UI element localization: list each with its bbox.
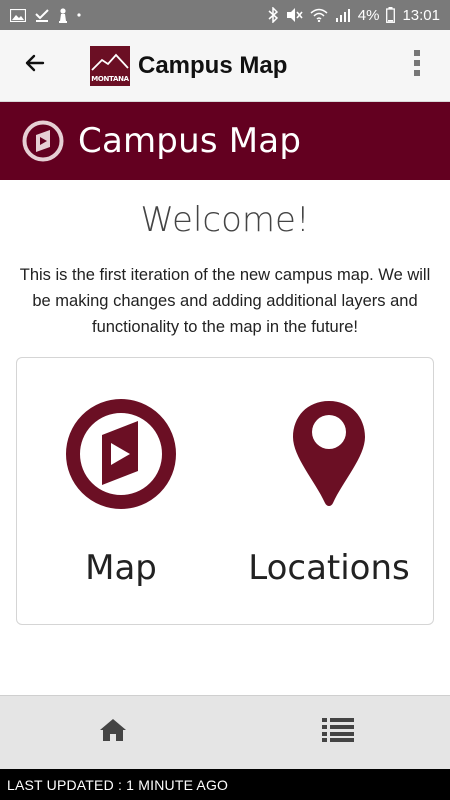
page-header-banner: Campus Map <box>0 102 450 180</box>
intro-text: This is the first iteration of the new c… <box>19 266 431 336</box>
back-button[interactable] <box>0 30 70 102</box>
location-pin-icon <box>289 398 369 510</box>
locations-tile[interactable]: Locations <box>225 358 433 624</box>
app-title: Campus Map <box>138 51 288 79</box>
battery-percentage: 4% <box>357 6 380 24</box>
clock: 13:01 <box>402 6 440 24</box>
compass-icon <box>22 120 64 162</box>
home-nav-button[interactable] <box>0 696 225 769</box>
more-vertical-icon <box>413 50 421 81</box>
welcome-heading: Welcome! <box>140 200 310 240</box>
notification-dot-icon <box>77 13 81 17</box>
download-done-icon <box>35 8 49 22</box>
last-updated-text: LAST UPDATED : 1 MINUTE AGO <box>7 776 229 793</box>
list-nav-button[interactable] <box>225 696 450 769</box>
map-label: Map <box>85 548 157 588</box>
last-updated-bar: LAST UPDATED : 1 MINUTE AGO <box>0 769 450 800</box>
bluetooth-icon <box>268 7 278 23</box>
wifi-icon <box>310 8 328 22</box>
page-title: Campus Map <box>78 121 302 161</box>
chess-pawn-icon <box>58 7 68 23</box>
gallery-icon <box>10 8 26 22</box>
battery-icon <box>386 7 396 23</box>
locations-label: Locations <box>248 548 410 588</box>
map-compass-icon <box>66 398 176 510</box>
map-tile[interactable]: Map <box>17 358 225 624</box>
navigation-card: Map Locations <box>16 357 434 625</box>
list-icon <box>321 718 354 747</box>
montana-logo: MONTANA <box>90 45 130 86</box>
status-bar: 4% 13:01 <box>0 0 450 30</box>
back-arrow-icon <box>23 51 47 80</box>
bottom-navigation <box>0 695 450 769</box>
logo-text: MONTANA <box>91 74 129 83</box>
signal-icon <box>335 8 351 22</box>
overflow-menu-button[interactable] <box>384 30 450 102</box>
mute-icon <box>285 7 303 23</box>
app-bar: MONTANA Campus Map <box>0 30 450 102</box>
home-icon <box>99 718 127 747</box>
